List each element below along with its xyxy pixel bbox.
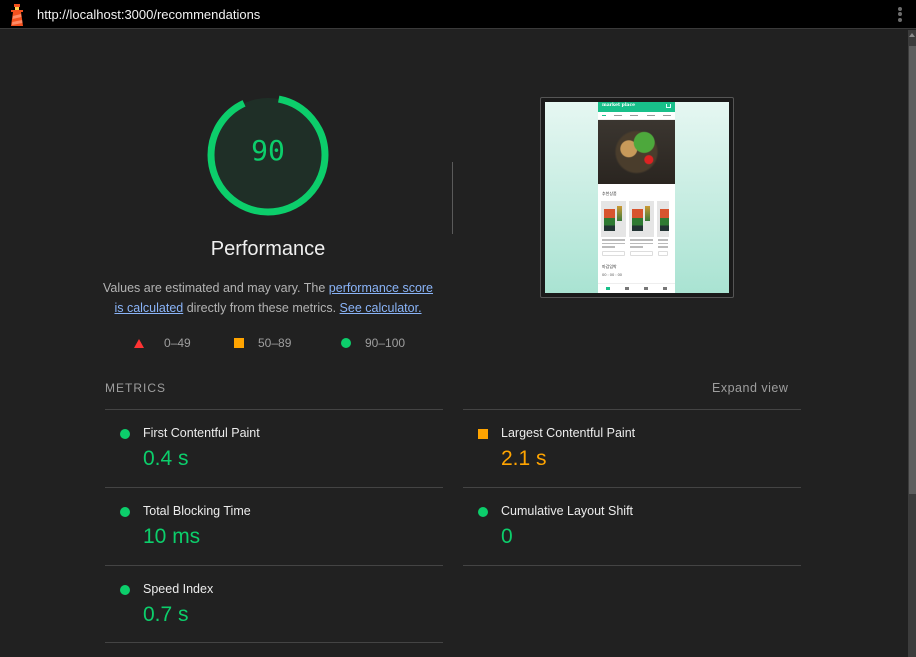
performance-score: 90	[251, 134, 285, 167]
metric-value: 0	[501, 525, 513, 548]
legend-label: 90–100	[365, 336, 406, 350]
metric-value: 10 ms	[143, 525, 201, 548]
pass-circle-icon	[120, 507, 130, 517]
metric-name: Total Blocking Time	[143, 504, 251, 518]
metric-largest-contentful-paint: Largest Contentful Paint 2.1 s	[463, 410, 801, 487]
preview-section-title: 추천상품	[602, 191, 617, 196]
legend-average: 50–89	[234, 336, 291, 350]
metric-speed-index: Speed Index 0.7 s	[105, 566, 443, 643]
final-screenshot[interactable]: market place 추천상품 마감임박 00 : 00 : 00	[540, 97, 734, 298]
scroll-up-arrow-icon[interactable]	[909, 33, 915, 37]
address-bar: http://localhost:3000/recommendations	[0, 0, 916, 29]
legend-label: 0–49	[164, 336, 191, 350]
divider	[105, 642, 443, 643]
metrics-heading: METRICS	[105, 381, 166, 395]
divider	[463, 565, 801, 566]
circle-icon	[341, 338, 351, 348]
metric-first-contentful-paint: First Contentful Paint 0.4 s	[105, 410, 443, 487]
legend-pass: 90–100	[341, 336, 405, 350]
vertical-scrollbar[interactable]	[908, 30, 916, 657]
metric-name: Cumulative Layout Shift	[501, 504, 634, 518]
category-title: Performance	[210, 238, 326, 260]
pass-circle-icon	[478, 507, 488, 517]
preview-brand: market place	[602, 103, 636, 108]
lighthouse-icon	[11, 4, 23, 26]
kebab-menu-icon[interactable]	[896, 5, 904, 25]
metric-name: First Contentful Paint	[143, 426, 260, 440]
page-preview: market place 추천상품 마감임박 00 : 00 : 00	[598, 102, 675, 293]
score-description: Values are estimated and may vary. The p…	[100, 278, 436, 318]
vertical-divider	[452, 162, 453, 234]
pass-circle-icon	[120, 429, 130, 439]
scrollbar-thumb[interactable]	[909, 46, 916, 494]
average-square-icon	[478, 429, 488, 439]
page-url: http://localhost:3000/recommendations	[37, 7, 261, 22]
expand-view-button[interactable]: Expand view	[712, 381, 788, 395]
preview-timer: 00 : 00 : 00	[602, 271, 623, 277]
pass-circle-icon	[120, 585, 130, 595]
metric-value: 2.1 s	[501, 447, 547, 470]
metric-total-blocking-time: Total Blocking Time 10 ms	[105, 488, 443, 565]
triangle-icon	[134, 338, 144, 348]
metric-value: 0.7 s	[143, 603, 189, 626]
metric-name: Largest Contentful Paint	[501, 426, 636, 440]
see-calculator-link[interactable]: See calculator.	[340, 301, 422, 315]
cart-icon	[666, 104, 671, 108]
description-text: Values are estimated and may vary. The	[102, 281, 329, 295]
preview-section2-title: 마감임박	[602, 263, 617, 269]
description-text-2: directly from these metrics.	[183, 301, 340, 315]
metric-name: Speed Index	[143, 582, 214, 596]
legend-fail: 0–49	[134, 336, 191, 350]
square-icon	[234, 338, 244, 348]
metric-value: 0.4 s	[143, 447, 189, 470]
hero-image	[598, 120, 675, 184]
legend-label: 50–89	[258, 336, 292, 350]
metric-cumulative-layout-shift: Cumulative Layout Shift 0	[463, 488, 801, 565]
